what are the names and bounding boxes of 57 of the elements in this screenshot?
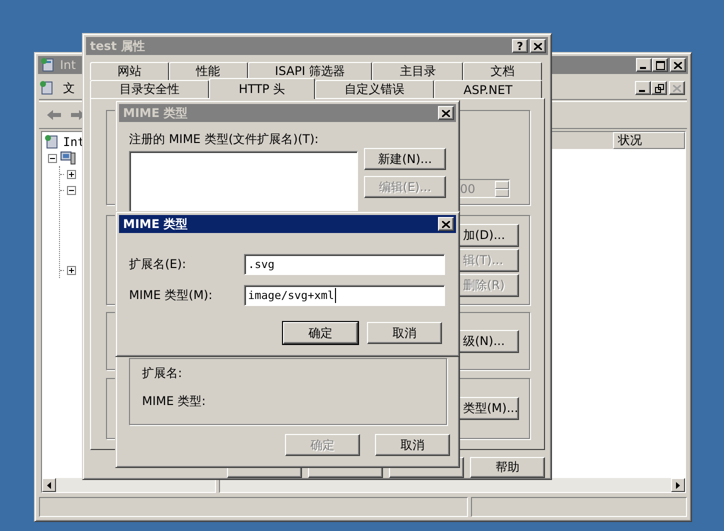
help-button[interactable]: 帮助 [470, 457, 545, 478]
cancel-button[interactable]: 取消 [375, 434, 450, 456]
expander-icon[interactable] [67, 186, 76, 194]
dialog-button[interactable]: 新建(N)... [364, 148, 446, 170]
close-button[interactable] [438, 217, 454, 231]
scrollbar[interactable] [220, 478, 685, 492]
close-icon [442, 220, 450, 228]
tab[interactable]: 主目录 [372, 62, 464, 80]
minimize-button[interactable] [635, 81, 651, 95]
tab[interactable]: ISAPI 筛选器 [248, 62, 372, 80]
field-label: MIME 类型(M): [129, 287, 214, 304]
close-button[interactable] [669, 81, 685, 95]
window-title: MIME 类型 [123, 104, 188, 122]
expander-icon[interactable] [67, 170, 76, 178]
back-button[interactable] [45, 108, 63, 122]
close-icon [674, 62, 682, 68]
window-title: test 属性 [90, 38, 145, 54]
cancel-button[interactable]: 取消 [367, 322, 442, 344]
input-field[interactable]: image/svg+xml [244, 285, 445, 306]
tab[interactable]: 文档 [463, 62, 542, 80]
tab[interactable]: 自定义错误 [314, 80, 434, 98]
close-button[interactable] [530, 39, 546, 53]
field-label: 扩展名(E): [129, 256, 187, 273]
help-button[interactable]: ? [512, 39, 528, 53]
detail-label: 扩展名: [142, 365, 184, 382]
tab[interactable]: ASP.NET [434, 80, 542, 98]
expander-icon[interactable] [48, 154, 57, 162]
expander-icon[interactable] [67, 266, 76, 274]
maximize-icon [656, 60, 664, 70]
restore-button[interactable] [651, 81, 667, 95]
restore-icon [654, 84, 664, 92]
tab[interactable]: 性能 [168, 62, 248, 80]
left-arrow-icon [47, 482, 51, 488]
maximize-button[interactable] [652, 58, 668, 72]
close-icon [534, 42, 542, 50]
detail-label: MIME 类型: [142, 393, 207, 410]
close-icon [442, 110, 450, 116]
list-label: 注册的 MIME 类型(文件扩展名)(T): [129, 131, 319, 148]
menu-item[interactable]: 文 [57, 80, 81, 96]
close-button[interactable] [670, 58, 686, 72]
server-icon [40, 57, 56, 73]
server-icon [39, 80, 55, 96]
close-button[interactable] [438, 106, 454, 120]
tab[interactable]: 目录安全性 [90, 80, 210, 98]
right-arrow-icon [676, 482, 680, 488]
server-icon [44, 134, 60, 150]
close-icon [673, 84, 681, 92]
back-arrow-icon [47, 110, 61, 120]
window-title: MIME 类型 [123, 216, 188, 232]
ok-button[interactable]: 确定 [283, 322, 358, 344]
computer-icon [60, 150, 76, 166]
column-header[interactable]: 状况 [613, 132, 685, 149]
minimize-button[interactable] [636, 58, 652, 72]
tab[interactable]: HTTP 头 [209, 78, 315, 99]
window-title: Int [60, 58, 76, 72]
tab[interactable]: 网站 [90, 62, 169, 80]
input-field[interactable]: .svg [244, 254, 445, 275]
